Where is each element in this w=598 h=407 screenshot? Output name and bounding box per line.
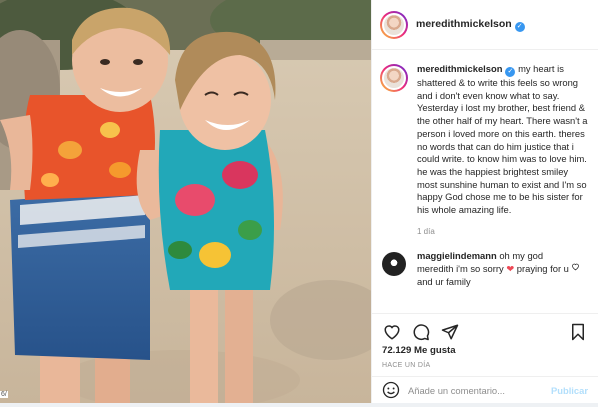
caption-time[interactable]: 1 día xyxy=(417,226,589,239)
comments-section: meredithmickelson ✓ my heart is shattered… xyxy=(372,51,598,311)
smiley-icon[interactable] xyxy=(382,381,400,399)
likes-count[interactable]: 72.129 Me gusta xyxy=(382,345,456,356)
verified-badge-icon: ✓ xyxy=(505,67,516,77)
red-heart-emoji: ❤ xyxy=(506,263,515,275)
caption-text: my heart is shattered & to write this fe… xyxy=(417,63,588,216)
bookmark-icon[interactable] xyxy=(568,322,588,342)
post-photo[interactable] xyxy=(0,0,371,403)
comment-icon[interactable] xyxy=(411,322,431,342)
children-beach-photo xyxy=(0,0,371,403)
post-date[interactable]: HACE UN DÍA xyxy=(382,362,430,369)
commenter-avatar[interactable] xyxy=(382,252,406,277)
instagram-post: meredithmickelson ✓ meredithmickelson ✓ my… xyxy=(0,0,598,403)
post-header: meredithmickelson ✓ xyxy=(372,0,598,50)
heart-icon[interactable] xyxy=(382,322,402,342)
page-fragment-text: 6/ xyxy=(0,391,8,398)
paper-plane-icon[interactable] xyxy=(440,322,460,342)
caption-username[interactable]: meredithmickelson ✓ xyxy=(417,63,516,77)
publish-button[interactable]: Publicar xyxy=(551,385,588,396)
add-comment-bar: Publicar xyxy=(372,376,598,403)
verified-badge-icon: ✓ xyxy=(514,21,525,32)
comment-like-heart-icon[interactable] xyxy=(571,262,580,271)
caption-author-avatar[interactable] xyxy=(380,64,408,92)
author-avatar[interactable] xyxy=(380,10,408,39)
post-actions xyxy=(372,313,598,343)
post-caption: meredithmickelson ✓ my heart is shattered… xyxy=(372,51,598,238)
comment-item: maggielindemann oh my god meredith i'm s… xyxy=(372,238,598,288)
post-sidebar: meredithmickelson ✓ meredithmickelson ✓ my… xyxy=(371,0,598,403)
commenter-username[interactable]: maggielindemann xyxy=(417,250,497,261)
author-username[interactable]: meredithmickelson ✓ xyxy=(416,18,525,32)
page-bottom-strip xyxy=(0,403,598,407)
comment-input[interactable] xyxy=(408,384,548,396)
